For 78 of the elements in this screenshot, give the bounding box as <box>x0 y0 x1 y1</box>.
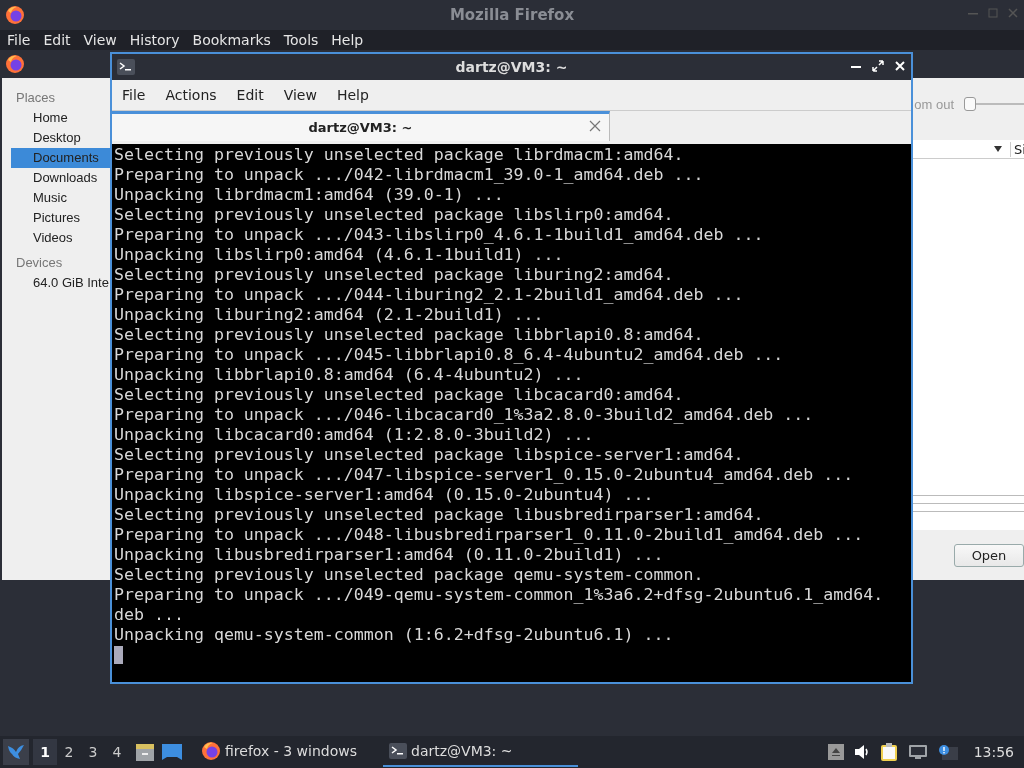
cursor <box>114 646 123 664</box>
terminal-line: Selecting previously unselected package libslirp0:amd64. <box>114 205 674 225</box>
terminal-line: Selecting previously unselected package librdmacm1:amd64. <box>114 145 684 165</box>
terminal-line: Unpacking librdmacm1:amd64 (39.0-1) ... <box>114 185 504 205</box>
section-heading: Devices <box>15 254 64 272</box>
terminal-line: Selecting previously unselected package liburing2:amd64. <box>114 265 674 285</box>
menu-item[interactable]: Bookmarks <box>192 32 271 48</box>
terminal-line: Unpacking libspice-server1:amd64 (0.15.0-2ubuntu4) ... <box>114 485 654 505</box>
terminal-line: Selecting previously unselected package libusbredirparser1:amd64. <box>114 505 764 525</box>
dropdown-icon[interactable] <box>994 146 1002 152</box>
menu-item[interactable]: File <box>122 87 146 103</box>
terminal-line: Unpacking liburing2:amd64 (2.1-2build1) ... <box>114 305 544 325</box>
slider-thumb[interactable] <box>964 97 976 111</box>
terminal-line: Preparing to unpack .../046-libcacard0_1%3a2.8.0-3build2_amd64.deb ... <box>114 405 814 425</box>
eject-icon[interactable] <box>827 744 844 760</box>
menu-item[interactable]: View <box>283 87 317 103</box>
column-header[interactable]: Si <box>1010 141 1024 157</box>
terminal-line: Selecting previously unselected package qemu-system-common. <box>114 565 704 585</box>
zoom-label: om out <box>914 96 954 112</box>
terminal-line: Preparing to unpack .../048-libusbredirparser1_0.11.0-2build1_amd64.deb ... <box>114 525 864 545</box>
sidebar-item[interactable]: Pictures <box>11 208 110 228</box>
terminal-line: Unpacking libslirp0:amd64 (4.6.1-1build1) ... <box>114 245 564 265</box>
browser-icon <box>201 741 221 761</box>
menu-item[interactable]: History <box>129 32 180 48</box>
taskbar-button[interactable]: dartz@VM3: ~ <box>383 737 578 767</box>
menu-item[interactable]: Edit <box>43 32 71 48</box>
clock: 13:56 <box>973 744 1014 760</box>
terminal-line: Preparing to unpack .../044-liburing2_2.1-2build1_amd64.deb ... <box>114 285 744 305</box>
workspace-button[interactable]: 2 <box>57 739 81 765</box>
terminal-line: deb ... <box>114 605 184 625</box>
workspace-button[interactable]: 3 <box>81 739 105 765</box>
sidebar-item[interactable]: Desktop <box>11 128 110 148</box>
menu-item[interactable]: Help <box>331 32 364 48</box>
close-icon[interactable] <box>893 59 907 73</box>
network-icon[interactable] <box>907 744 928 760</box>
terminal-line: Preparing to unpack .../049-qemu-system-common_1%3a6.2+dfsg-2ubuntu6.1_amd64. <box>114 585 884 605</box>
terminal-line: Selecting previously unselected package libbrlapi0.8:amd64. <box>114 325 704 345</box>
desktop-icon[interactable] <box>161 743 183 761</box>
sidebar-item[interactable]: Music <box>11 188 110 208</box>
terminal-line: Unpacking qemu-system-common (1:6.2+dfsg-2ubuntu6.1) ... <box>114 625 674 645</box>
browser-icon <box>5 5 25 25</box>
workspace-button[interactable]: 1 <box>33 739 57 765</box>
clipboard-icon[interactable] <box>879 742 898 762</box>
terminal-line: Preparing to unpack .../043-libslirp0_4.6.1-1build1_amd64.deb ... <box>114 225 764 245</box>
terminal-line: Unpacking libcacard0:amd64 (1:2.8.0-3build2) ... <box>114 425 594 445</box>
workspace-button[interactable]: 4 <box>105 739 129 765</box>
taskbar-button[interactable]: firefox - 3 windows <box>195 737 383 767</box>
sidebar-item[interactable]: 64.0 GiB Inte <box>11 273 110 293</box>
browser-icon <box>5 54 25 74</box>
speaker-icon[interactable] <box>853 744 870 760</box>
window-title: dartz@VM3: ~ <box>455 59 568 75</box>
sidebar-item[interactable]: Videos <box>11 228 110 248</box>
terminal-line: Preparing to unpack .../047-libspice-server1_0.15.0-2ubuntu4_amd64.deb ... <box>114 465 854 485</box>
bird-icon <box>6 742 26 762</box>
menu-item[interactable]: Tools <box>283 32 319 48</box>
file-cabinet-icon[interactable] <box>135 742 155 762</box>
terminal-icon <box>117 59 135 75</box>
menu-item[interactable]: Help <box>336 87 369 103</box>
section-heading: Places <box>15 89 57 107</box>
terminal-line: Preparing to unpack .../042-librdmacm1_39.0-1_amd64.deb ... <box>114 165 704 185</box>
menu-item[interactable]: Edit <box>236 87 264 103</box>
menu-item[interactable]: Actions <box>165 87 217 103</box>
window-title: Mozilla Firefox <box>449 6 575 24</box>
sidebar-item[interactable]: Documents <box>11 148 110 168</box>
terminal-tab[interactable]: dartz@VM3: ~ <box>112 111 610 141</box>
menu-item[interactable]: View <box>83 32 117 48</box>
terminal-line: Preparing to unpack .../045-libbrlapi0.8_6.4-4ubuntu2_amd64.deb ... <box>114 345 784 365</box>
notification-icon[interactable] <box>937 744 958 760</box>
sidebar-item[interactable]: Downloads <box>11 168 110 188</box>
menu-item[interactable]: File <box>7 32 31 48</box>
open-button[interactable]: Open <box>954 543 1024 567</box>
start-button[interactable] <box>3 739 29 765</box>
terminal-icon <box>389 743 407 759</box>
terminal-line: Selecting previously unselected package libspice-server1:amd64. <box>114 445 744 465</box>
terminal-line: Unpacking libbrlapi0.8:amd64 (6.4-4ubuntu2) ... <box>114 365 584 385</box>
sidebar-item[interactable]: Home <box>11 108 110 128</box>
terminal-line: Unpacking libusbredirparser1:amd64 (0.11.0-2build1) ... <box>114 545 664 565</box>
terminal-line: Selecting previously unselected package libcacard0:amd64. <box>114 385 684 405</box>
